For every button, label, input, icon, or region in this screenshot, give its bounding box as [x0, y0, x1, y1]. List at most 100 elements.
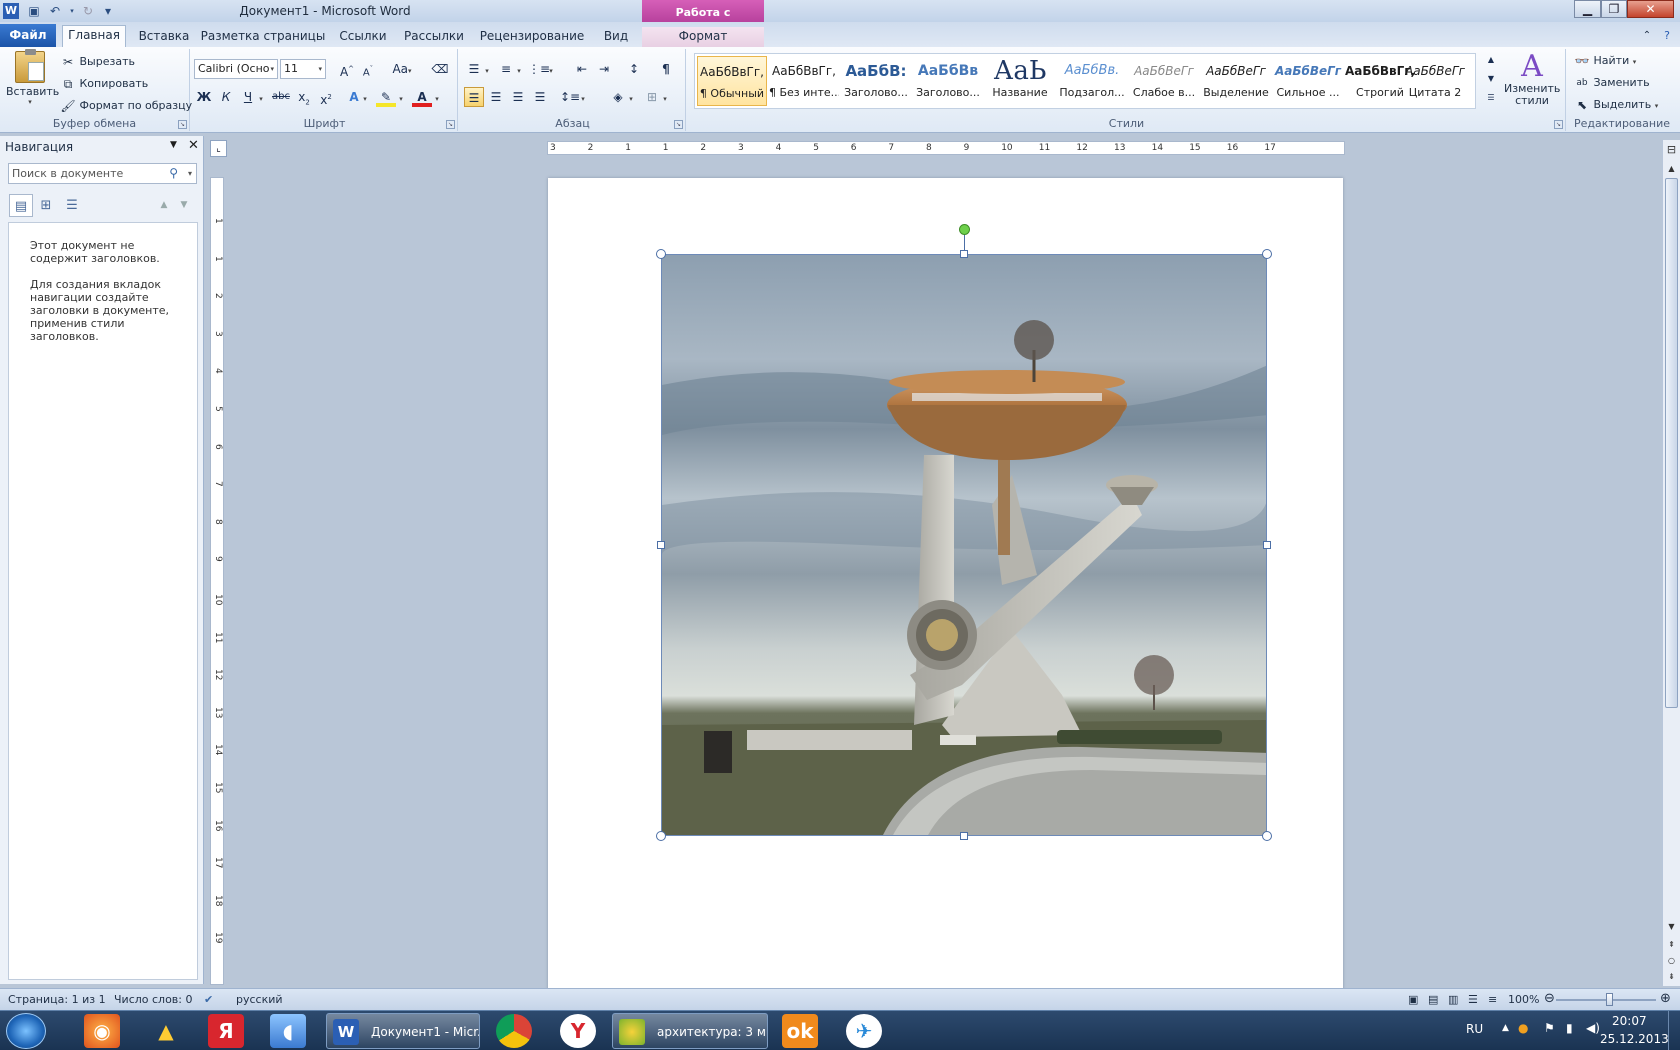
align-center-icon[interactable]: ☰	[486, 87, 506, 107]
print-layout-icon[interactable]: ▣	[1408, 993, 1418, 1006]
paste-button[interactable]: Вставить ▾	[6, 49, 59, 106]
help-icon[interactable]: ?	[1660, 27, 1674, 47]
borders-icon[interactable]: ⊞	[642, 87, 662, 107]
style-heading-2[interactable]: АаБбВв Заголово...	[913, 56, 983, 106]
previous-page-icon[interactable]: ⇞	[1665, 938, 1678, 952]
volume-icon[interactable]: ◀)	[1586, 1021, 1600, 1035]
scroll-up-icon[interactable]: ▲	[1665, 162, 1678, 176]
network-icon[interactable]: ▮	[1566, 1021, 1573, 1035]
start-button[interactable]	[6, 1013, 46, 1049]
resize-handle-top-left[interactable]	[656, 249, 666, 259]
resize-handle-left[interactable]	[657, 541, 665, 549]
page-count[interactable]: Страница: 1 из 1	[8, 993, 106, 1006]
style-normal[interactable]: АаБбВвГг, ¶ Обычный	[697, 56, 767, 106]
highlight-dropdown-icon[interactable]: ▾	[396, 87, 406, 107]
minimize-button[interactable]: ▁	[1574, 0, 1601, 18]
aimp-icon[interactable]: ▲	[148, 1014, 184, 1048]
bullets-icon[interactable]: ☰	[464, 59, 484, 79]
web-layout-icon[interactable]: ▥	[1448, 993, 1458, 1006]
decrease-indent-icon[interactable]: ⇤	[572, 59, 592, 79]
resize-handle-bottom[interactable]	[960, 832, 968, 840]
style-title[interactable]: АаЬ Название	[985, 56, 1055, 106]
next-heading-icon[interactable]: ▼	[172, 194, 196, 217]
tray-app-icon[interactable]: ●	[1518, 1021, 1528, 1035]
style-no-spacing[interactable]: АаБбВвГг, ¶ Без инте...	[769, 56, 839, 106]
format-painter-button[interactable]: 🖌 Формат по образцу	[60, 98, 192, 114]
restore-button[interactable]: ❐	[1601, 0, 1627, 18]
style-intense-emphasis[interactable]: АаБбВеГг Сильное ...	[1273, 56, 1343, 106]
clear-formatting-icon[interactable]: ⌫	[430, 59, 450, 79]
inserted-picture[interactable]	[661, 254, 1267, 836]
styles-launcher-icon[interactable]: ↘	[1554, 120, 1563, 129]
bird-app-icon[interactable]: ✈	[846, 1014, 882, 1048]
grow-font-icon[interactable]: A^	[337, 59, 357, 79]
close-button[interactable]: ✕	[1627, 0, 1674, 18]
browse-pages-tab[interactable]: ⊞	[34, 194, 58, 217]
zoom-slider-thumb[interactable]	[1606, 993, 1613, 1006]
line-spacing-dropdown-icon[interactable]: ▾	[578, 87, 588, 107]
paragraph-launcher-icon[interactable]: ↘	[674, 120, 683, 129]
odnoklassniki-icon[interactable]: ok	[782, 1014, 818, 1048]
gallery-up-icon[interactable]: ▲	[1484, 52, 1498, 68]
yandex-icon[interactable]: Я	[208, 1014, 244, 1048]
style-subtitle[interactable]: АаБбВв. Подзагол...	[1057, 56, 1127, 106]
tab-mailings[interactable]: Рассылки	[400, 27, 468, 47]
resize-handle-bottom-right[interactable]	[1262, 831, 1272, 841]
full-screen-reading-icon[interactable]: ▤	[1428, 993, 1438, 1006]
find-button[interactable]: 👓 Найти ▾	[1574, 53, 1637, 69]
select-browse-object-icon[interactable]: ○	[1665, 954, 1678, 968]
search-dropdown-icon[interactable]: ▾	[188, 164, 192, 183]
justify-icon[interactable]: ☰	[530, 87, 550, 107]
proofing-check-icon[interactable]: ✔	[204, 993, 213, 1006]
tab-format[interactable]: Формат	[642, 27, 764, 47]
select-button[interactable]: ⬉ Выделить ▾	[1574, 97, 1658, 113]
horizontal-ruler[interactable]: 3 2 1 1 2 3 4 5 6 7 8 9 10 11 12 13 14 15 16 17	[547, 141, 1345, 155]
minimize-ribbon-icon[interactable]: ⌃	[1640, 27, 1654, 47]
multilevel-list-icon[interactable]: ⋮≡	[528, 59, 550, 79]
browse-results-tab[interactable]: ☰	[60, 194, 84, 217]
font-name-combo[interactable]: Calibri (Осно ▾	[194, 59, 278, 79]
zoom-out-icon[interactable]: ⊖	[1544, 991, 1555, 1006]
font-launcher-icon[interactable]: ↘	[446, 120, 455, 129]
gallery-down-icon[interactable]: ▼	[1484, 71, 1498, 87]
sort-icon[interactable]: ↕	[624, 59, 644, 79]
text-effects-dropdown-icon[interactable]: ▾	[360, 87, 370, 107]
word-task-button[interactable]: W Документ1 - Micr...	[326, 1013, 480, 1049]
style-emphasis[interactable]: АаБбВеГг Выделение	[1201, 56, 1271, 106]
zoom-level[interactable]: 100%	[1508, 993, 1539, 1006]
strikethrough-button[interactable]: abc	[270, 87, 292, 107]
resize-handle-right[interactable]	[1263, 541, 1271, 549]
copy-button[interactable]: ⧉ Копировать	[60, 76, 149, 92]
align-right-icon[interactable]: ☰	[508, 87, 528, 107]
borders-dropdown-icon[interactable]: ▾	[660, 87, 670, 107]
underline-button[interactable]: Ч	[238, 87, 258, 107]
tab-view[interactable]: Вид	[596, 27, 636, 47]
clipboard-launcher-icon[interactable]: ↘	[178, 120, 187, 129]
subscript-icon[interactable]: x2	[294, 87, 314, 107]
show-hidden-icons-icon[interactable]: ▲	[1502, 1023, 1509, 1033]
rotate-handle[interactable]	[959, 224, 970, 235]
font-color-icon[interactable]: A	[412, 87, 432, 107]
firefox-icon[interactable]: ◉	[84, 1014, 120, 1048]
speaker-app-icon[interactable]: ◖	[270, 1014, 306, 1048]
style-heading-1[interactable]: АаБбВ: Заголово...	[841, 56, 911, 106]
tab-review[interactable]: Рецензирование	[476, 27, 588, 47]
underline-dropdown-icon[interactable]: ▾	[256, 87, 266, 107]
align-left-icon[interactable]: ☰	[464, 87, 484, 107]
language[interactable]: русский	[236, 993, 283, 1006]
next-page-icon[interactable]: ⇟	[1665, 970, 1678, 984]
draft-icon[interactable]: ≡	[1488, 993, 1497, 1006]
search-icon[interactable]: ⚲	[169, 164, 178, 183]
increase-indent-icon[interactable]: ⇥	[594, 59, 614, 79]
word-count[interactable]: Число слов: 0	[114, 993, 193, 1006]
pane-options-icon[interactable]: ▼	[170, 140, 177, 150]
tab-page-layout[interactable]: Разметка страницы	[200, 27, 326, 47]
numbering-icon[interactable]: ≡	[496, 59, 516, 79]
style-subtle-emphasis[interactable]: АаБбВеГг Слабое в...	[1129, 56, 1199, 106]
italic-button[interactable]: К	[216, 87, 236, 107]
scroll-down-icon[interactable]: ▼	[1665, 920, 1678, 934]
chrome-icon[interactable]	[496, 1014, 532, 1048]
vertical-ruler[interactable]: 1 1 2 3 4 5 6 7 8 9 10 11 12 13 14 15 16 17 18 19	[210, 177, 224, 985]
multilevel-dropdown-icon[interactable]: ▾	[546, 59, 556, 79]
resize-handle-bottom-left[interactable]	[656, 831, 666, 841]
